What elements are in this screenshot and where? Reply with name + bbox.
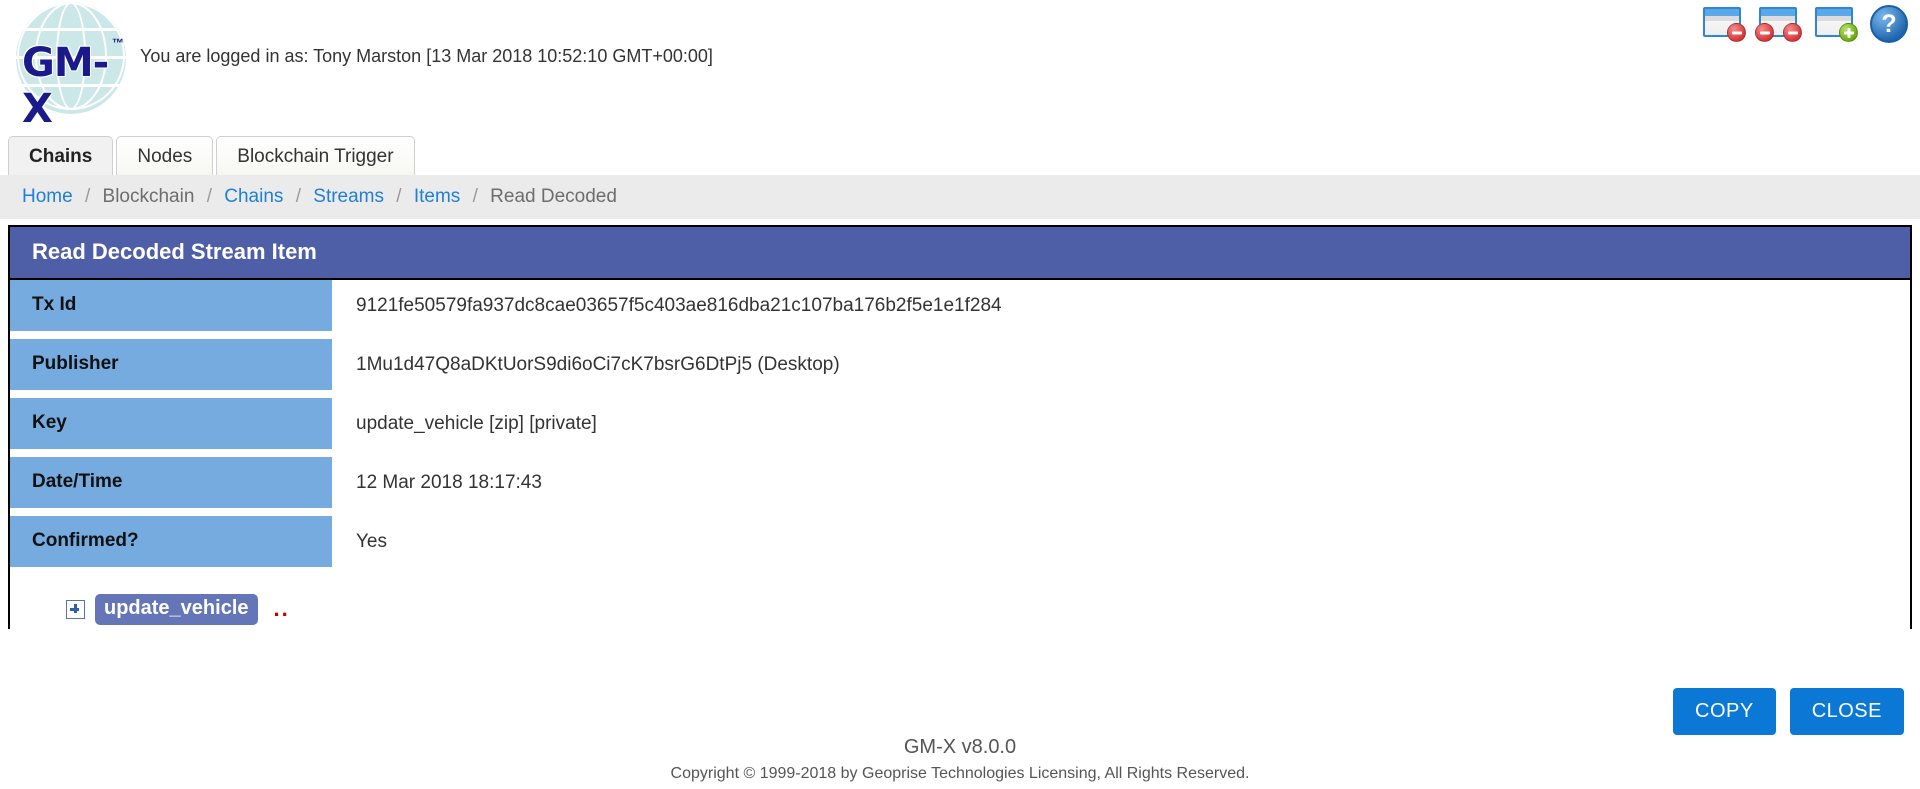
detail-rows: Tx Id 9121fe50579fa937dc8cae03657f5c403a… <box>10 278 1910 629</box>
new-window-icon[interactable] <box>1814 4 1858 44</box>
breadcrumb-separator: / <box>472 186 478 207</box>
breadcrumb-item-chains[interactable]: Chains <box>224 186 283 207</box>
breadcrumb-item-items[interactable]: Items <box>414 186 460 207</box>
breadcrumb-separator: / <box>206 186 212 207</box>
field-label-confirmed: Confirmed? <box>10 516 332 567</box>
table-row: Tx Id 9121fe50579fa937dc8cae03657f5c403a… <box>10 280 1910 331</box>
tab-bar: Chains Nodes Blockchain Trigger <box>0 130 1920 175</box>
field-value-key: update_vehicle [zip] [private] <box>356 413 597 434</box>
breadcrumb-separator: / <box>84 186 91 207</box>
field-value-tx-id: 9121fe50579fa937dc8cae03657f5c403ae816db… <box>356 295 1002 316</box>
breadcrumb-item-read-decoded: Read Decoded <box>490 186 617 207</box>
expand-plus-icon[interactable] <box>66 599 85 619</box>
tab-blockchain-trigger[interactable]: Blockchain Trigger <box>216 136 415 175</box>
field-label-tx-id: Tx Id <box>10 280 332 331</box>
field-label-publisher: Publisher <box>10 339 332 390</box>
detail-panel: Read Decoded Stream Item Tx Id 9121fe505… <box>8 225 1912 629</box>
login-status-text: You are logged in as: Tony Marston [13 M… <box>140 46 713 66</box>
breadcrumb-item-streams[interactable]: Streams <box>313 186 384 207</box>
trademark-symbol: ™ <box>112 36 124 50</box>
tree-node-update-vehicle[interactable]: update_vehicle <box>95 593 258 625</box>
field-label-key: Key <box>10 398 332 449</box>
table-row: Confirmed? Yes <box>10 516 1910 567</box>
tab-nodes[interactable]: Nodes <box>116 136 214 175</box>
breadcrumb-separator: / <box>295 186 301 207</box>
breadcrumb: Home / Blockchain / Chains / Streams / I… <box>0 175 1920 219</box>
table-row: Date/Time 12 Mar 2018 18:17:43 <box>10 457 1910 508</box>
copyright-label: Copyright © 1999-2018 by Geoprise Techno… <box>670 765 1250 782</box>
breadcrumb-item-blockchain: Blockchain <box>102 186 195 207</box>
tab-chains[interactable]: Chains <box>8 136 114 175</box>
page-footer: GM-X v8.0.0 Copyright © 1999-2018 by Geo… <box>0 736 1920 783</box>
field-label-date-time: Date/Time <box>10 457 332 508</box>
field-value-confirmed: Yes <box>356 531 387 552</box>
action-bar: COPY CLOSE <box>1673 688 1904 735</box>
field-value-date-time: 12 Mar 2018 18:17:43 <box>356 472 542 493</box>
decoded-data-tree: update_vehicle .. <box>10 575 1910 629</box>
breadcrumb-separator: / <box>396 186 402 207</box>
tree-node-ellipsis: .. <box>273 596 290 621</box>
close-all-windows-icon[interactable] <box>1755 4 1802 44</box>
breadcrumb-item-home[interactable]: Home <box>22 186 73 207</box>
page-title: Read Decoded Stream Item <box>10 227 1910 278</box>
close-button[interactable]: CLOSE <box>1789 688 1904 735</box>
close-window-icon[interactable] <box>1702 4 1746 44</box>
version-label: GM-X v8.0.0 <box>903 736 1017 758</box>
table-row: Publisher 1Mu1d47Q8aDKtUorS9di6oCi7cK7bs… <box>10 339 1910 390</box>
page-header: GM-X ™ You are logged in as: Tony Marsto… <box>0 0 1920 132</box>
table-row: Key update_vehicle [zip] [private] <box>10 398 1910 449</box>
gmx-logo: GM-X ™ <box>8 2 134 132</box>
logo-wordmark: GM-X <box>22 40 109 132</box>
field-value-publisher: 1Mu1d47Q8aDKtUorS9di6oCi7cK7bsrG6DtPj5 (… <box>356 354 840 375</box>
help-icon[interactable]: ? <box>1870 5 1908 43</box>
copy-button[interactable]: COPY <box>1673 688 1776 735</box>
window-controls: ? <box>1702 4 1908 44</box>
